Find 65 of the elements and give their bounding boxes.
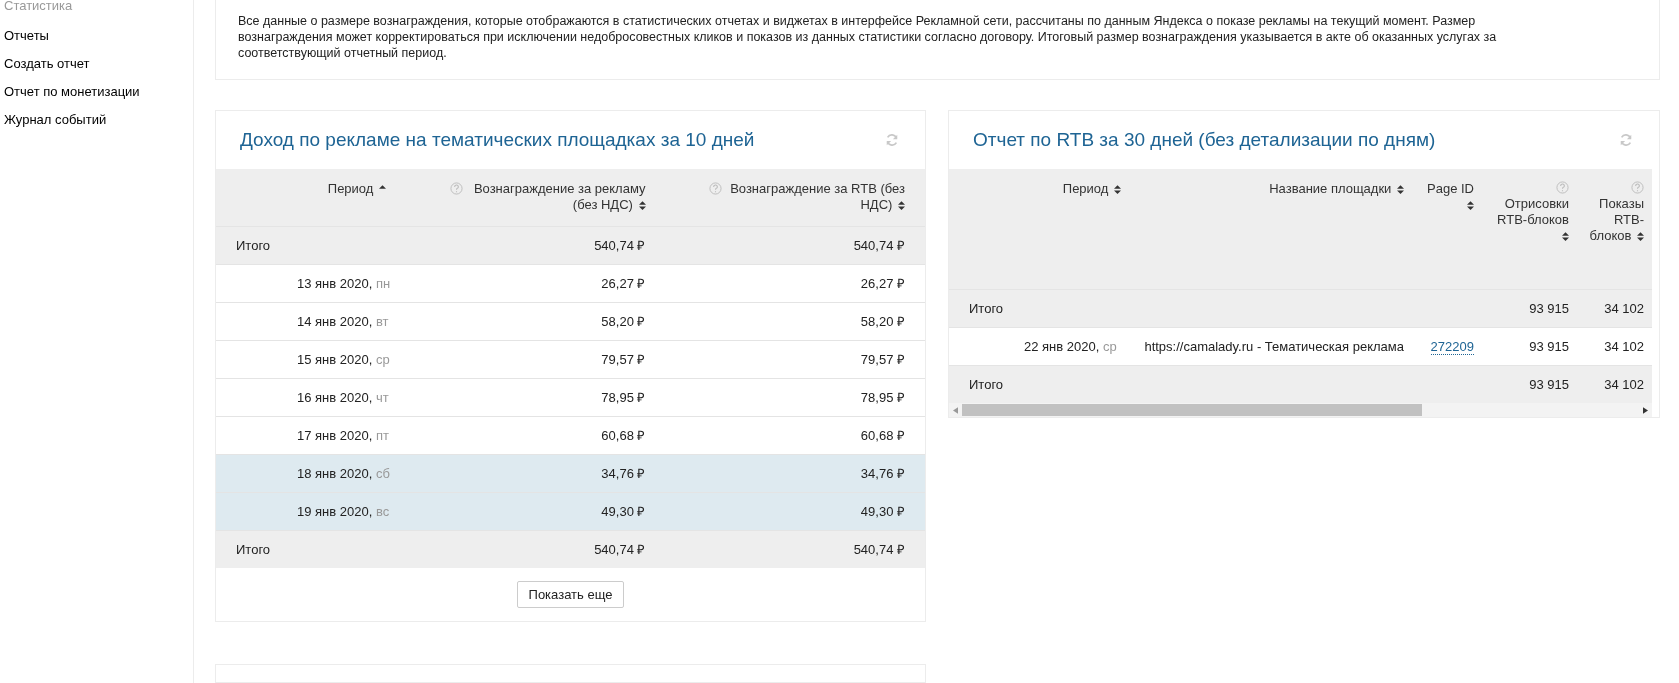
sidebar-heading: Статистика	[4, 0, 74, 15]
widget-title: Отчет по RTB за 30 дней (без детализации по дням)	[973, 129, 1436, 151]
page-id-link[interactable]: 272209	[1430, 338, 1474, 355]
table-cell: 540,74 ₽	[853, 542, 905, 558]
show-more-button[interactable]: Показать еще	[516, 581, 625, 608]
scroll-left-icon[interactable]	[953, 406, 958, 414]
sort-icon[interactable]	[1562, 232, 1569, 242]
widget-title: Доход по рекламе на тематических площадках за 10 дней	[240, 129, 755, 151]
table-cell-text: 19 янв 2020, вс	[296, 503, 390, 519]
column-header[interactable]: Отрисовки RTB-блоков	[1497, 196, 1569, 244]
sort-icon[interactable]	[898, 201, 905, 211]
table-cell: 26,27 ₽	[601, 276, 646, 291]
table-cell: 93 915	[1529, 338, 1569, 354]
table-cell-text: 22 янв 2020, ср	[1023, 338, 1117, 354]
table-cell: https://camalady.ru - Тематическая реклама	[1144, 338, 1404, 354]
column-header[interactable]: Вознаграждение за RTB (без НДС)	[730, 181, 905, 213]
column-header[interactable]: Вознаграждение за рекламу (без НДС)	[470, 181, 646, 213]
table-cell: Итого	[969, 376, 1004, 392]
sidebar-link[interactable]: Журнал событий	[4, 106, 193, 134]
sidebar-link[interactable]: Создать отчет	[4, 50, 193, 78]
sort-icon[interactable]	[1637, 232, 1644, 242]
table-cell: 49,30 ₽	[860, 504, 905, 519]
table-cell-text: 18 янв 2020, сб	[296, 465, 390, 481]
table-cell: 78,95 ₽	[860, 390, 905, 405]
table-cell: 540,74 ₽	[853, 238, 905, 253]
table-cell: Итого	[236, 541, 271, 557]
table-cell: 49,30 ₽	[601, 504, 646, 519]
column-header[interactable]: Период	[327, 181, 386, 197]
table-cell: 34 102	[1604, 338, 1644, 354]
notice-text: Все данные о размере вознаграждения, которые отображаются в статистических отчетах и виджетах в интерфейсе Рекламной сети, рассчитаны по данным Яндекса о показе рекламы на текущий момент. Размер вознаграждения может корректироваться при исключении недобросовестных кликов и показов из данных статистики согласно договору. Итоговый размер вознаграждения указывается в акте об оказанных услугах за соответствующий отчетный период.	[238, 13, 1498, 61]
scroll-right-icon[interactable]	[1643, 406, 1648, 414]
column-header[interactable]: Название площадки	[1269, 181, 1404, 197]
table-cell: 58,20 ₽	[601, 314, 646, 329]
table-cell: 34,76 ₽	[860, 466, 905, 481]
sort-icon[interactable]	[638, 201, 646, 211]
table-cell-text: 15 янв 2020, ср	[296, 351, 390, 367]
table-cell: 79,57 ₽	[860, 352, 905, 367]
horizontal-scrollbar[interactable]	[949, 403, 1652, 417]
table-cell-text: 17 янв 2020, пт	[296, 427, 389, 443]
table-cell: 34,76 ₽	[601, 466, 646, 481]
table-cell: 93 915	[1529, 300, 1569, 316]
table-cell-text: 16 янв 2020, чт	[296, 389, 389, 405]
sort-icon[interactable]	[1397, 185, 1404, 195]
table-cell: 34 102	[1604, 300, 1644, 316]
table-cell: 540,74 ₽	[594, 238, 646, 253]
table-cell: 34 102	[1604, 376, 1644, 392]
table-cell: 60,68 ₽	[601, 428, 646, 443]
sort-icon[interactable]	[1467, 201, 1474, 211]
sidebar-link[interactable]: Отчет по монетизации	[4, 78, 193, 106]
table-cell: 79,57 ₽	[601, 352, 646, 367]
table-cell: 93 915	[1529, 376, 1569, 392]
table-cell: Итого	[969, 300, 1004, 316]
table-cell: 78,95 ₽	[601, 390, 646, 405]
column-header[interactable]: Период	[1062, 181, 1121, 197]
table-cell: Итого	[236, 237, 271, 253]
table-cell-text: 13 янв 2020, пн	[296, 275, 391, 291]
table-cell: 540,74 ₽	[594, 542, 646, 558]
column-header[interactable]: Показы RTB-блоков	[1588, 196, 1644, 244]
table-cell: 58,20 ₽	[860, 314, 905, 329]
table-cell: 60,68 ₽	[860, 428, 905, 443]
table-cell: 26,27 ₽	[860, 276, 905, 291]
sidebar-link[interactable]: Отчеты	[4, 22, 193, 50]
column-header[interactable]: Page ID	[1420, 181, 1474, 213]
table-cell-text: 14 янв 2020, вт	[296, 313, 389, 329]
sort-icon[interactable]	[1114, 185, 1121, 195]
